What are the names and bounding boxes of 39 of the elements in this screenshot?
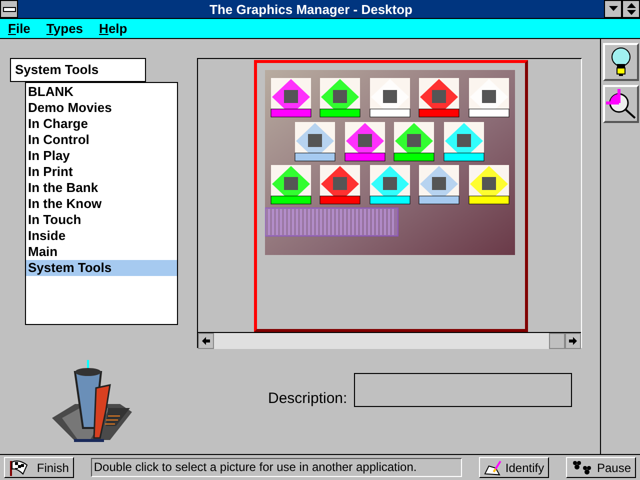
down-arrow-icon — [608, 6, 618, 12]
category-item[interactable]: In Play — [26, 148, 177, 164]
category-item[interactable]: BLANK — [26, 84, 177, 100]
scroll-left-button[interactable] — [198, 333, 214, 349]
picture-thumbnail-drawing[interactable] — [265, 70, 515, 255]
bulb-button[interactable] — [602, 43, 638, 81]
category-item[interactable]: In Control — [26, 132, 177, 148]
horizontal-scrollbar[interactable] — [198, 332, 581, 349]
scroll-right-button[interactable] — [565, 333, 581, 349]
zoom-button[interactable] — [602, 85, 638, 123]
finish-button[interactable]: Finish — [4, 457, 74, 478]
up-down-arrow-icon — [626, 3, 636, 15]
window-title: The Graphics Manager - Desktop — [208, 2, 414, 16]
paw-prints-icon — [571, 460, 594, 476]
status-message: Double click to select a picture for use in another application. — [90, 458, 462, 477]
category-item[interactable]: In Charge — [26, 116, 177, 132]
category-item[interactable]: Main — [26, 244, 177, 260]
light-bulb-icon — [610, 47, 630, 77]
scroll-thumb[interactable] — [549, 333, 565, 349]
pause-button[interactable]: Pause — [566, 457, 636, 478]
category-item[interactable]: In Touch — [26, 212, 177, 228]
identify-button[interactable]: Identify — [479, 457, 550, 478]
magnifier-icon — [606, 89, 636, 119]
restore-button[interactable] — [622, 0, 640, 18]
menu-item[interactable]: File — [8, 21, 30, 36]
category-item[interactable]: In the Know — [26, 196, 177, 212]
category-item[interactable]: Demo Movies — [26, 100, 177, 116]
menu-item[interactable]: Types — [46, 21, 84, 36]
description-label: Description: — [268, 390, 348, 407]
category-item[interactable]: In Print — [26, 164, 177, 180]
right-arrow-icon — [569, 337, 577, 345]
system-menu-button[interactable] — [0, 0, 18, 18]
category-item[interactable]: Inside — [26, 228, 177, 244]
left-arrow-icon — [202, 337, 210, 345]
category-item[interactable]: System Tools — [26, 260, 177, 276]
menu-item[interactable]: Help — [99, 21, 128, 36]
category-item[interactable]: In the Bank — [26, 180, 177, 196]
category-field[interactable]: System Tools — [10, 58, 146, 82]
minimize-button[interactable] — [604, 0, 622, 18]
